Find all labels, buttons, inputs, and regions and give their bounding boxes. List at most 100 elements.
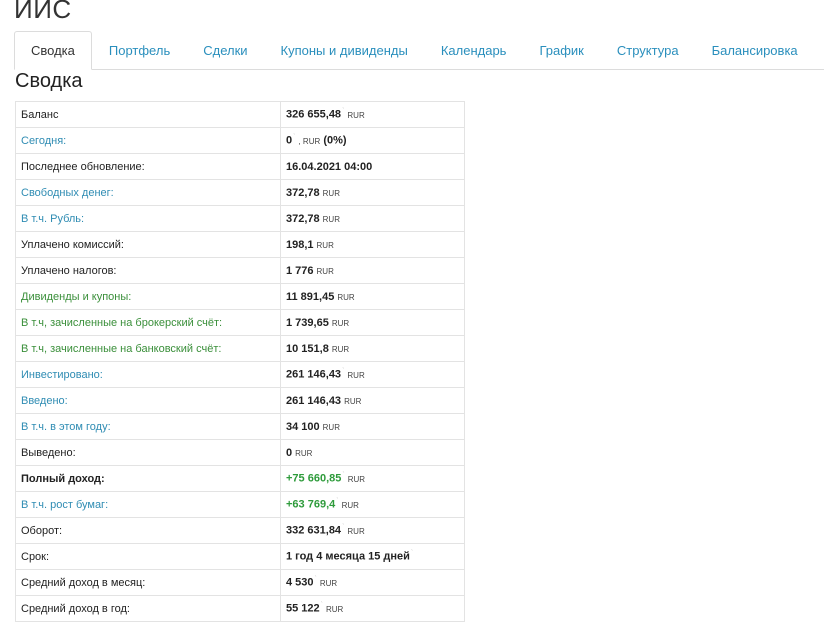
value-text: 332 631,84	[286, 524, 342, 537]
table-row: Оборот: 332 631,84` RUR	[15, 517, 465, 544]
value-text: 261 146,43	[286, 368, 342, 381]
tick-icon: `	[320, 602, 323, 610]
value-text: 0	[286, 134, 293, 147]
currency-unit: RUR	[316, 240, 334, 250]
currency-unit: RUR	[337, 292, 355, 302]
tab-trades[interactable]: Сделки	[187, 31, 263, 69]
value-text: 55 122	[286, 602, 320, 615]
table-row: В т.ч. рост бумаг: +63 769,4` RUR	[15, 491, 465, 518]
row-label-commissions: Уплачено комиссий:	[15, 231, 281, 258]
currency-unit: RUR	[322, 188, 340, 198]
tab-structure[interactable]: Структура	[601, 31, 695, 69]
currency-unit: RUR	[319, 578, 338, 588]
tab-calendar[interactable]: Календарь	[425, 31, 523, 69]
table-row: Выведено: 0 RUR	[15, 439, 465, 466]
row-value-withdrawn: 0 RUR	[280, 439, 465, 466]
value-text: 198,1	[286, 238, 314, 251]
table-row: Введено: 261 146,43 RUR	[15, 387, 465, 414]
row-value-dividends-coupons: 11 891,45 RUR	[280, 283, 465, 310]
row-value-today: 0`, RUR (0%)	[280, 127, 465, 154]
tab-rebalancing[interactable]: Балансировка	[696, 31, 814, 69]
row-label-dividends-coupons[interactable]: Дивиденды и купоны:	[15, 283, 281, 310]
currency-unit: RUR	[331, 344, 350, 354]
table-row: В т.ч, зачисленные на брокерский счёт: 1…	[15, 309, 465, 336]
tab-summary[interactable]: Сводка	[14, 31, 92, 70]
value-text: 372,78	[286, 212, 320, 225]
table-row: В т.ч. в этом году: 34 100 RUR	[15, 413, 465, 440]
value-text: 372,78	[286, 186, 320, 199]
currency-unit: RUR	[347, 370, 365, 380]
row-label-this-year[interactable]: В т.ч. в этом году:	[15, 413, 281, 440]
row-label-invested[interactable]: Инвестировано:	[15, 361, 281, 388]
row-label-total-income: Полный доход:	[15, 465, 281, 492]
tab-coupons-dividends[interactable]: Купоны и дивиденды	[265, 31, 424, 69]
table-row: Уплачено комиссий: 198,1 RUR	[15, 231, 465, 258]
tick-icon: `	[293, 134, 296, 142]
row-value-last-update: 16.04.2021 04:00	[280, 153, 465, 180]
row-value-credited-bank: 10 151,8 RUR	[280, 335, 465, 362]
row-value-avg-yearly-income: 55 122` RUR	[280, 595, 465, 622]
row-label-taxes: Уплачено налогов:	[15, 257, 281, 284]
row-value-term: 1 год 4 месяца 15 дней`	[280, 543, 465, 570]
tick-icon: `	[314, 576, 317, 584]
row-value-this-year: 34 100 RUR	[280, 413, 465, 440]
row-label-balance: Баланс	[15, 101, 281, 128]
row-label-securities-growth[interactable]: В т.ч. рост бумаг:	[15, 491, 281, 518]
row-label-credited-bank[interactable]: В т.ч, зачисленные на банковский счёт:	[15, 335, 281, 362]
currency-unit: RUR	[316, 266, 334, 276]
row-label-avg-yearly-income: Средний доход в год:	[15, 595, 281, 622]
row-value-invested: 261 146,43` RUR	[280, 361, 465, 388]
value-text: 0	[286, 446, 293, 459]
currency-unit: RUR	[347, 110, 365, 120]
value-text: 1 776	[286, 264, 314, 277]
row-value-avg-monthly-income: 4 530` RUR	[280, 569, 465, 596]
tab-chart[interactable]: График	[523, 31, 599, 69]
row-label-term: Срок:	[15, 543, 281, 570]
row-label-today[interactable]: Сегодня:	[15, 127, 281, 154]
row-label-credited-brokerage[interactable]: В т.ч, зачисленные на брокерский счёт:	[15, 309, 281, 336]
value-text: 1 739,65	[286, 316, 329, 329]
row-label-turnover: Оборот:	[15, 517, 281, 544]
row-value-commissions: 198,1 RUR	[280, 231, 465, 258]
tab-bar: Сводка Портфель Сделки Купоны и дивиденд…	[14, 31, 824, 70]
currency-unit: RUR	[341, 500, 359, 510]
row-value-deposited: 261 146,43 RUR	[280, 387, 465, 414]
tab-portfolio[interactable]: Портфель	[93, 31, 186, 69]
value-text: 261 146,43	[286, 394, 342, 407]
value-text: +63 769,4	[286, 498, 336, 511]
currency-unit: RUR	[322, 422, 340, 432]
currency-unit: RUR	[295, 448, 313, 458]
value-text: 326 655,48	[286, 108, 342, 121]
currency-unit: RUR	[326, 604, 344, 614]
tick-icon: `	[342, 108, 345, 116]
value-text: 10 151,8	[286, 342, 329, 355]
tick-icon: `	[336, 498, 339, 506]
row-label-deposited[interactable]: Введено:	[15, 387, 281, 414]
table-row: В т.ч. Рубль: 372,78 RUR	[15, 205, 465, 232]
row-value-turnover: 332 631,84` RUR	[280, 517, 465, 544]
currency-unit: RUR	[347, 474, 366, 484]
table-row: Баланс 326 655,48` RUR	[15, 101, 465, 128]
row-label-including-ruble[interactable]: В т.ч. Рубль:	[15, 205, 281, 232]
table-row: Последнее обновление: 16.04.2021 04:00	[15, 153, 465, 180]
currency-unit: RUR	[331, 318, 350, 328]
table-row: Дивиденды и купоны: 11 891,45 RUR	[15, 283, 465, 310]
row-label-withdrawn: Выведено:	[15, 439, 281, 466]
percent-change: (0%)	[323, 134, 347, 147]
currency-unit: RUR	[322, 214, 340, 224]
value-text: 1 год 4 месяца 15 дней	[286, 550, 410, 563]
table-row: Уплачено налогов: 1 776 RUR	[15, 257, 465, 284]
value-text: +75 660,85	[286, 472, 342, 485]
currency-unit: RUR	[344, 396, 362, 406]
table-row: Срок: 1 год 4 месяца 15 дней`	[15, 543, 465, 570]
app-title: ИИС	[14, 0, 72, 24]
table-row: Средний доход в год: 55 122` RUR	[15, 595, 465, 622]
row-value-free-cash: 372,78 RUR	[280, 179, 465, 206]
row-label-free-cash[interactable]: Свободных денег:	[15, 179, 281, 206]
tick-icon: `	[410, 550, 414, 558]
row-label-last-update: Последнее обновление:	[15, 153, 281, 180]
table-row: Свободных денег: 372,78 RUR	[15, 179, 465, 206]
table-row: Полный доход: +75 660,85` RUR	[15, 465, 465, 492]
table-row: Средний доход в месяц: 4 530` RUR	[15, 569, 465, 596]
currency-unit: RUR	[347, 526, 365, 536]
